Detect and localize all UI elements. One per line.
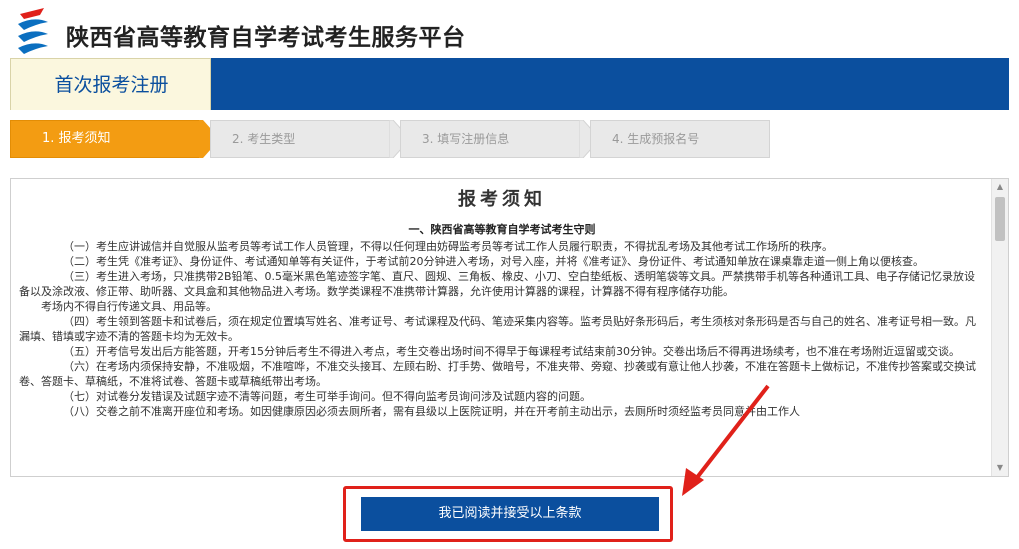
site-title: 陕西省高等教育自学考试考生服务平台 — [66, 25, 466, 51]
notice-paragraph: 考场内不得自行传递文具、用品等。 — [41, 300, 217, 313]
accept-terms-button[interactable]: 我已阅读并接受以上条款 — [361, 497, 659, 531]
step-2-label: 2. 考生类型 — [232, 132, 296, 146]
registration-tab[interactable]: 首次报考注册 — [10, 58, 211, 110]
notice-panel: 报考须知 一、陕西省高等教育自学考试考生守则 （一）考生应讲诚信并自觉服从监考员… — [10, 178, 1009, 477]
notice-paragraph: （六）在考场内须保持安静，不准吸烟，不准喧哗，不准交头接耳、左顾右盼、打手势、做… — [19, 360, 976, 388]
scroll-thumb[interactable] — [995, 197, 1005, 241]
scroll-up-icon[interactable]: ▲ — [992, 179, 1008, 195]
notice-paragraph: （七）对试卷分发错误及试题字迹不清等问题，考生可举手询问。但不得向监考员询问涉及… — [63, 390, 591, 403]
notice-paragraph: （四）考生领到答题卡和试卷后，须在规定位置填写姓名、准考证号、考试课程及代码、笔… — [19, 315, 976, 343]
notice-title: 报考须知 — [458, 189, 546, 210]
sxzk-logo-icon — [18, 8, 48, 54]
red-arrow-icon — [682, 384, 770, 496]
registration-tab-label: 首次报考注册 — [54, 74, 169, 96]
notice-paragraph: （三）考生进入考场，只准携带2B铅笔、0.5毫米黑色笔迹签字笔、直尺、圆规、三角… — [19, 270, 976, 298]
step-3-label: 3. 填写注册信息 — [422, 132, 510, 146]
notice-scrollbar[interactable]: ▲ ▼ — [991, 179, 1008, 476]
notice-body: （一）考生应讲诚信并自觉服从监考员等考试工作人员管理，不得以任何理由妨碍监考员等… — [19, 239, 985, 419]
notice-subtitle: 一、陕西省高等教育自学考试考生守则 — [408, 223, 596, 236]
notice-paragraph: （二）考生凭《准考证》、身份证件、考试通知单等有关证件，于考试前20分钟进入考场… — [63, 255, 924, 268]
registration-steps: 1. 报考须知 2. 考生类型 3. 填写注册信息 4. 生成预报名号 — [10, 120, 770, 158]
notice-paragraph: （八）交卷之前不准离开座位和考场。如因健康原因必须去厕所者，需有县级以上医院证明… — [63, 405, 800, 418]
scroll-down-icon[interactable]: ▼ — [992, 460, 1008, 476]
notice-paragraph: （一）考生应讲诚信并自觉服从监考员等考试工作人员管理，不得以任何理由妨碍监考员等… — [63, 240, 833, 253]
step-1-label: 1. 报考须知 — [42, 131, 111, 146]
notice-paragraph: （五）开考信号发出后方能答题，开考15分钟后考生不得进入考点，考生交卷出场时间不… — [63, 345, 960, 358]
step-4-label: 4. 生成预报名号 — [612, 132, 700, 146]
